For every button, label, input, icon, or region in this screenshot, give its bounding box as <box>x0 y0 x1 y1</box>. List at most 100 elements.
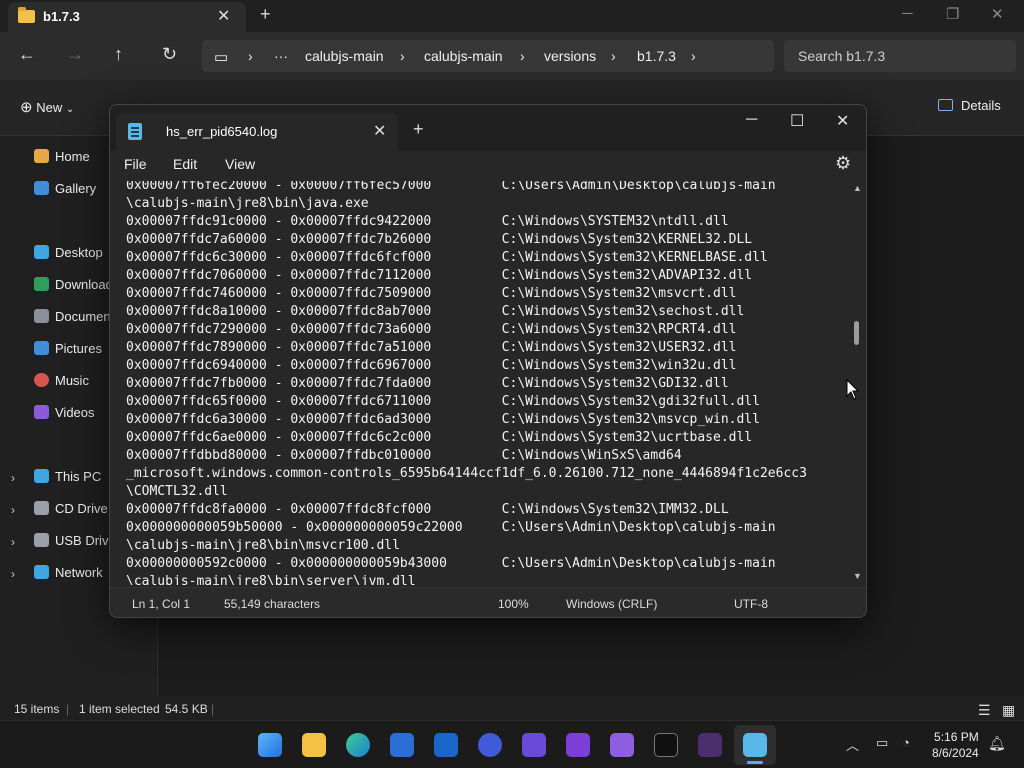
sidebar-item-label: This PC <box>55 469 102 484</box>
line-ending[interactable]: Windows (CRLF) <box>566 597 657 611</box>
item-count: 15 items <box>14 702 60 716</box>
cursor-position: Ln 1, Col 1 <box>132 597 191 611</box>
pictures-icon <box>34 341 49 355</box>
text-line: \calubjs-main\jre8\bin\msvcr100.dll <box>126 538 400 553</box>
minimize-button[interactable]: ─ <box>746 111 757 129</box>
breadcrumb-item[interactable]: calubjs-main <box>424 48 503 64</box>
new-button[interactable]: ⊕ New ⌄ <box>20 98 74 116</box>
explorer-tab[interactable]: b1.7.3 ✕ <box>8 2 246 32</box>
store-icon[interactable] <box>390 733 414 757</box>
document-icon <box>34 309 49 323</box>
plus-circle-icon: ⊕ <box>20 99 33 116</box>
volume-icon[interactable]: ◔ <box>902 735 910 750</box>
up-button[interactable]: ↑ <box>114 44 123 65</box>
notepad-icon <box>743 733 767 757</box>
explorer-navbar: ← → ↑ ↻ ▭ › ··· calubjs-main › calubjs-m… <box>0 32 1024 80</box>
chevron-down-icon: ⌄ <box>65 104 75 115</box>
text-line: 0x00007ffdc7460000 - 0x00007ffdc7509000 … <box>126 286 737 301</box>
text-line: 0x00007ffdc7fb0000 - 0x00007ffdc7fda000 … <box>126 376 729 391</box>
bell-icon[interactable]: 🔔︎ <box>988 735 1006 752</box>
close-button[interactable]: ✕ <box>836 111 849 131</box>
text-line: \calubjs-main\jre8\bin\server\jvm.dll <box>126 574 416 585</box>
gear-icon[interactable]: ⚙ <box>835 153 851 174</box>
text-line: 0x00007ffdc7060000 - 0x00007ffdc7112000 … <box>126 268 753 283</box>
outlook-icon[interactable] <box>434 733 458 757</box>
breadcrumb-separator: › <box>520 48 525 64</box>
sidebar-item-label: Network <box>55 565 103 580</box>
windows-start-icon[interactable] <box>258 733 282 757</box>
chevron-right-icon[interactable]: › <box>11 503 15 517</box>
character-count: 55,149 characters <box>224 597 321 611</box>
new-tab-button[interactable]: + <box>413 119 424 140</box>
maximize-button[interactable]: ☐ <box>790 111 804 131</box>
mouse-cursor-icon <box>846 378 860 400</box>
date: 8/6/2024 <box>932 746 979 760</box>
close-tab-icon[interactable]: ✕ <box>373 121 386 141</box>
browser-icon[interactable] <box>478 733 502 757</box>
folder-icon <box>18 7 35 23</box>
chevron-right-icon[interactable]: › <box>11 471 15 485</box>
back-button[interactable]: ← <box>18 44 36 65</box>
network-status-icon[interactable]: ▭ <box>876 735 888 751</box>
notepad-taskbar-button[interactable] <box>734 725 776 765</box>
text-line: 0x00000000592c0000 - 0x000000000059b4300… <box>126 556 776 571</box>
breadcrumb-item[interactable]: b1.7.3 <box>637 48 676 64</box>
address-bar[interactable]: ▭ › ··· calubjs-main › calubjs-main › ve… <box>202 40 774 72</box>
status-divider: | <box>66 702 70 716</box>
menu-view[interactable]: View <box>225 156 255 172</box>
breadcrumb-item[interactable]: versions <box>544 48 596 64</box>
text-editor[interactable]: 0x00007ff6fec20000 - 0x00007ff6fec57000 … <box>110 181 866 585</box>
scroll-up-icon[interactable]: ▲ <box>853 183 862 193</box>
scroll-down-icon[interactable]: ▼ <box>853 571 862 581</box>
scrollbar-thumb[interactable] <box>854 321 859 345</box>
edge-icon[interactable] <box>346 733 370 757</box>
file-explorer-icon[interactable] <box>302 733 326 757</box>
new-tab-button[interactable]: + <box>260 4 271 25</box>
zoom-level[interactable]: 100% <box>498 597 529 611</box>
text-line: 0x00007ffdc8a10000 - 0x00007ffdc8ab7000 … <box>126 304 745 319</box>
encoding[interactable]: UTF-8 <box>734 597 768 611</box>
breadcrumb-item[interactable]: calubjs-main <box>305 48 384 64</box>
taskbar: ︿ ▭ ◔ 5:16 PM 8/6/2024 🔔︎ <box>0 720 1024 768</box>
selected-size: 54.5 KB <box>165 702 208 716</box>
search-box[interactable]: Search b1.7.3 <box>784 40 1016 72</box>
text-line: 0x00007ffdc6940000 - 0x00007ffdc6967000 … <box>126 358 737 373</box>
close-button[interactable]: ✕ <box>991 5 1004 23</box>
powershell-icon[interactable] <box>698 733 722 757</box>
forward-button[interactable]: → <box>66 44 84 65</box>
search-placeholder: Search b1.7.3 <box>798 48 886 64</box>
breadcrumb-separator: › <box>248 48 253 64</box>
sidebar-item-label: Gallery <box>55 181 97 196</box>
text-line: 0x00007ffdc6ae0000 - 0x00007ffdc6c2c000 … <box>126 430 753 445</box>
text-line: 0x00007ffdc7890000 - 0x00007ffdc7a51000 … <box>126 340 737 355</box>
usb-drive-icon <box>34 533 49 547</box>
download-icon <box>34 277 49 291</box>
maximize-button[interactable]: ❐ <box>946 5 959 23</box>
chevron-right-icon[interactable]: › <box>11 535 15 549</box>
minimize-button[interactable]: ─ <box>902 5 913 22</box>
details-button[interactable]: Details <box>938 98 1001 113</box>
clock[interactable]: 5:16 PM 8/6/2024 <box>932 729 979 761</box>
text-line: 0x00007ffdc7a60000 - 0x00007ffdc7b26000 … <box>126 232 753 247</box>
breadcrumb-more[interactable]: ··· <box>274 48 288 64</box>
text-line: 0x00007ffdc6a30000 - 0x00007ffdc6ad3000 … <box>126 412 760 427</box>
tiles-view-icon[interactable]: ▦ <box>1002 702 1015 719</box>
chevron-right-icon[interactable]: › <box>11 567 15 581</box>
text-line: 0x00007ffdc6c30000 - 0x00007ffdc6fcf000 … <box>126 250 768 265</box>
text-line: 0x000000000059b50000 - 0x000000000059c22… <box>126 520 776 535</box>
app-icon[interactable] <box>610 733 634 757</box>
game-launcher-icon[interactable] <box>566 733 590 757</box>
refresh-button[interactable]: ↻ <box>162 44 177 65</box>
breadcrumb-separator: › <box>400 48 405 64</box>
terminal-icon[interactable] <box>654 733 678 757</box>
close-tab-icon[interactable]: ✕ <box>217 6 230 26</box>
menu-file[interactable]: File <box>124 156 147 172</box>
notepad-status-bar: Ln 1, Col 1 55,149 characters 100% Windo… <box>110 587 866 617</box>
sidebar-item-label: Home <box>55 149 90 164</box>
chevron-up-icon[interactable]: ︿ <box>846 735 859 754</box>
notepad-window: hs_err_pid6540.log ✕ + ─ ☐ ✕ File Edit V… <box>109 104 867 618</box>
menu-edit[interactable]: Edit <box>173 156 197 172</box>
notepad-tab[interactable]: hs_err_pid6540.log ✕ <box>116 113 398 151</box>
app-icon[interactable] <box>522 733 546 757</box>
details-view-icon[interactable]: ☰ <box>978 702 991 719</box>
